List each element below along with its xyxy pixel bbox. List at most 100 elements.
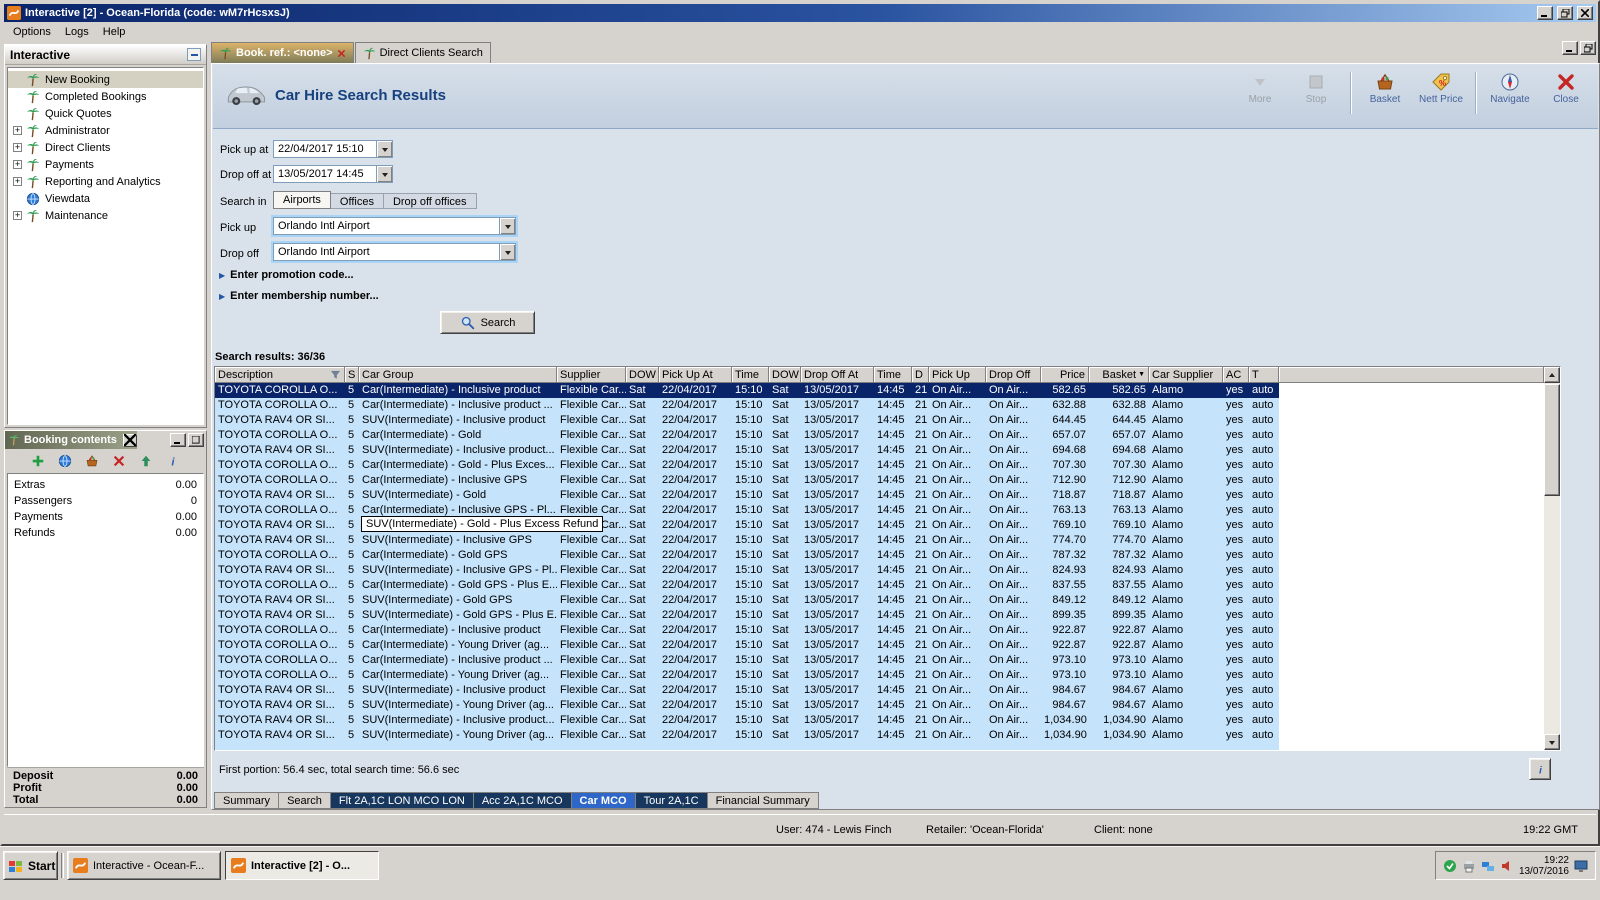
expand-icon[interactable]: + (13, 126, 22, 135)
promotion-code-expander[interactable]: ▶ Enter promotion code... (219, 269, 354, 281)
column-header-pick-up[interactable]: Pick Up (929, 367, 986, 383)
start-button[interactable]: Start (3, 851, 58, 880)
expand-icon[interactable]: + (13, 160, 22, 169)
add-icon[interactable] (29, 452, 47, 470)
collapse-panel-button[interactable] (187, 48, 201, 61)
sidebar-item-administrator[interactable]: + Administrator (8, 122, 203, 139)
tray-messenger-icon[interactable] (1443, 859, 1457, 873)
table-row[interactable]: TOYOTA RAV4 OR SI...5SUV(Intermediate) -… (215, 443, 1279, 458)
tab-direct-clients-search[interactable]: Direct Clients Search (354, 42, 491, 63)
table-row[interactable]: TOYOTA COROLLA O... 5 Car(Intermediate) - … (215, 383, 1279, 398)
table-row[interactable]: TOYOTA RAV4 OR SI...5SUV(Intermediate) -… (215, 698, 1279, 713)
column-header-car-group[interactable]: Car Group (359, 367, 557, 383)
table-row[interactable]: TOYOTA COROLLA O... 5 Car(Intermediate) - … (215, 653, 1279, 668)
table-row[interactable]: TOYOTA COROLLA O... 5 Car(Intermediate) - … (215, 548, 1279, 563)
expand-icon[interactable]: + (13, 211, 22, 220)
titlebar[interactable]: Interactive [2] - Ocean-Florida (code: w… (4, 4, 1596, 22)
column-header-price[interactable]: Price (1041, 367, 1089, 383)
sidebar-item-quick-quotes[interactable]: Quick Quotes (8, 105, 203, 122)
info-icon[interactable]: i (164, 452, 182, 470)
table-row[interactable]: TOYOTA RAV4 OR SI...5SUV(Intermediate) -… (215, 728, 1279, 743)
tray-volume-icon[interactable] (1500, 859, 1514, 873)
table-row[interactable]: TOYOTA RAV4 OR SI...5SUV(Intermediate) -… (215, 713, 1279, 728)
table-row[interactable]: TOYOTA COROLLA O... 5 Car(Intermediate) - … (215, 578, 1279, 593)
table-row[interactable]: TOYOTA RAV4 OR SI...5SUV(Intermediate) -… (215, 683, 1279, 698)
sidebar-item-direct-clients[interactable]: + Direct Clients (8, 139, 203, 156)
table-row[interactable]: TOYOTA COROLLA O... 5 Car(Intermediate) - … (215, 668, 1279, 683)
column-header-drop-off[interactable]: Drop Off (986, 367, 1041, 383)
search-button[interactable]: Search (440, 311, 535, 334)
minimize-button[interactable] (1537, 6, 1553, 20)
table-vertical-scrollbar[interactable] (1544, 367, 1560, 750)
table-row[interactable]: TOYOTA RAV4 OR SI...5SUV(Intermediate) -… (215, 533, 1279, 548)
tray-display-icon[interactable] (1574, 859, 1588, 873)
table-row[interactable]: TOYOTA COROLLA O... 5 Car(Intermediate) - … (215, 398, 1279, 413)
panel-minimize-button[interactable] (170, 433, 186, 447)
tabbar-minimize-button[interactable] (1562, 41, 1578, 55)
booking-row-extras[interactable]: Extras 0.00 (8, 477, 203, 493)
column-header-s[interactable]: S (345, 367, 359, 383)
table-row[interactable]: TOYOTA COROLLA O... 5 Car(Intermediate) - … (215, 428, 1279, 443)
column-header-time[interactable]: Time (732, 367, 769, 383)
column-header-d[interactable]: D (912, 367, 929, 383)
column-header-time[interactable]: Time (874, 367, 912, 383)
tab-book-ref-none[interactable]: Book. ref.: <none> (211, 42, 354, 63)
menu-help[interactable]: Help (96, 25, 133, 39)
menu-logs[interactable]: Logs (58, 25, 96, 39)
menu-options[interactable]: Options (6, 25, 58, 39)
dropoff-at-combo[interactable]: 13/05/2017 14:45 (273, 165, 393, 183)
close-button[interactable] (1577, 6, 1593, 20)
globe-icon[interactable] (56, 452, 74, 470)
bottom-tab-tour-2a-1c[interactable]: Tour 2A,1C (634, 792, 707, 809)
table-row[interactable]: TOYOTA COROLLA O... 5 Car(Intermediate) - … (215, 458, 1279, 473)
dropdown-button[interactable] (499, 244, 515, 260)
booking-row-passengers[interactable]: Passengers 0 (8, 493, 203, 509)
restore-button[interactable] (1557, 6, 1573, 20)
filter-icon[interactable] (330, 369, 341, 380)
column-header-pick-up-at[interactable]: Pick Up At (659, 367, 732, 383)
column-header-t[interactable]: T (1249, 367, 1279, 383)
table-row[interactable]: TOYOTA RAV4 OR SI...5SUV(Intermediate) -… (215, 488, 1279, 503)
taskbar-task[interactable]: Interactive - Ocean-F... (67, 851, 221, 880)
bottom-tab-summary[interactable]: Summary (214, 792, 279, 809)
expand-icon[interactable]: + (13, 177, 22, 186)
scroll-up-button[interactable] (1544, 367, 1560, 383)
table-row-partial[interactable] (215, 743, 1279, 750)
basket-icon[interactable] (83, 452, 101, 470)
column-header-ac[interactable]: AC (1223, 367, 1249, 383)
column-header-dow[interactable]: DOW (769, 367, 801, 383)
nett-price-button[interactable]: % Nett Price (1419, 72, 1463, 105)
delete-icon[interactable] (110, 452, 128, 470)
searchin-tab-offices[interactable]: Offices (330, 193, 384, 209)
column-header-car-supplier[interactable]: Car Supplier (1149, 367, 1223, 383)
column-header-basket[interactable]: Basket ▼ (1089, 367, 1149, 383)
column-header-supplier[interactable]: Supplier (557, 367, 626, 383)
column-header-description[interactable]: Description (215, 367, 345, 383)
expand-icon[interactable]: + (13, 143, 22, 152)
booking-row-payments[interactable]: Payments 0.00 (8, 509, 203, 525)
sidebar-item-completed-bookings[interactable]: Completed Bookings (8, 88, 203, 105)
promote-icon[interactable] (137, 452, 155, 470)
close-panel-button[interactable] (122, 433, 137, 447)
basket-button[interactable]: Basket (1363, 72, 1407, 105)
column-header-dow[interactable]: DOW (626, 367, 659, 383)
tabbar-restore-button[interactable] (1580, 41, 1596, 55)
sidebar-item-new-booking[interactable]: New Booking (8, 71, 203, 88)
bottom-tab-search[interactable]: Search (278, 792, 330, 809)
table-row[interactable]: TOYOTA COROLLA O... 5 Car(Intermediate) - … (215, 623, 1279, 638)
pickup-at-combo[interactable]: 22/04/2017 15:10 (273, 140, 393, 158)
table-row[interactable]: TOYOTA COROLLA O... 5 Car(Intermediate) - … (215, 638, 1279, 653)
dropdown-button[interactable] (376, 166, 392, 182)
bottom-tab-acc-2a-1c-mco[interactable]: Acc 2A,1C MCO (472, 792, 571, 809)
table-row[interactable]: TOYOTA RAV4 OR SI...5SUV(Intermediate) -… (215, 593, 1279, 608)
table-row[interactable]: TOYOTA COROLLA O... 5 Car(Intermediate) - … (215, 473, 1279, 488)
sidebar-item-payments[interactable]: + Payments (8, 156, 203, 173)
close-tab-icon[interactable] (337, 49, 346, 58)
dropoff-location-combo[interactable]: Orlando Intl Airport (273, 243, 516, 261)
bottom-tab-car-mco[interactable]: Car MCO (570, 792, 635, 809)
dropdown-button[interactable] (499, 218, 515, 234)
panel-maximize-button[interactable] (188, 433, 204, 447)
membership-number-expander[interactable]: ▶ Enter membership number... (219, 290, 379, 302)
table-row[interactable]: TOYOTA RAV4 OR SI...5SUV(Intermediate) -… (215, 608, 1279, 623)
booking-contents-titlebar[interactable]: Booking contents (5, 431, 137, 449)
